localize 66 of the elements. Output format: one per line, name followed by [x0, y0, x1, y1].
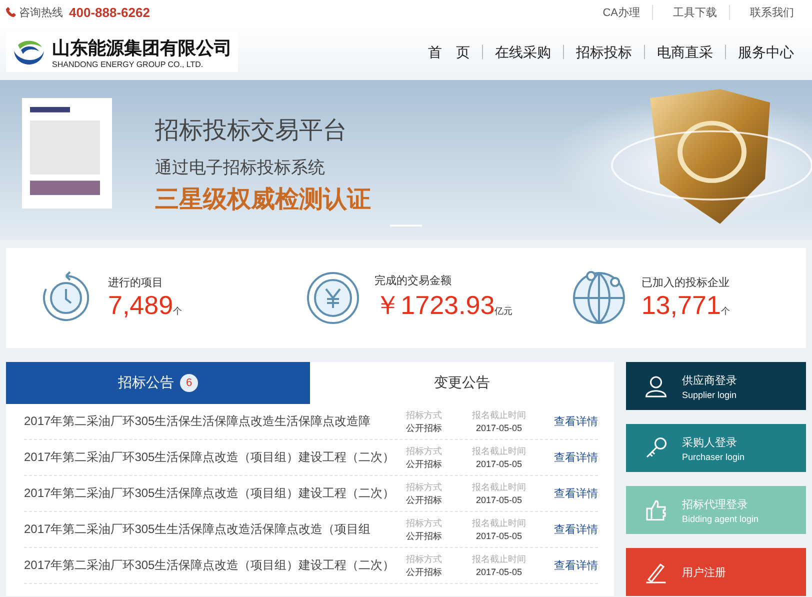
deadline-value: 2017-05-05 — [474, 530, 524, 542]
method-label: 招标方式 — [405, 516, 443, 530]
yen-coin-icon — [304, 270, 361, 326]
notice-title[interactable]: 2017年第二采油厂环305生活保障点改造（项目组）建设工程（二次） — [24, 449, 390, 466]
stat-value: 7,489 — [108, 290, 174, 320]
stat-value: 13,771 — [641, 290, 721, 320]
top-link[interactable]: 工具下载 — [652, 4, 729, 20]
stat-value: ￥1723.93 — [374, 290, 495, 320]
notice-title[interactable]: 2017年第二采油厂环305生生活保障点改造活保障点改造（项目组 — [24, 521, 390, 538]
nav-link[interactable]: 电商直采 — [644, 45, 725, 59]
phone-icon — [6, 7, 16, 17]
deadline-value: 2017-05-05 — [474, 494, 524, 506]
method-label: 招标方式 — [405, 480, 443, 494]
stat-label: 完成的交易金额 — [374, 274, 453, 288]
details-link[interactable]: 查看详情 — [554, 486, 598, 501]
thumbs-up-icon — [644, 498, 668, 522]
deadline-label: 报名截止时间 — [471, 516, 527, 530]
stat-unit: 亿元 — [494, 306, 513, 316]
method-value: 公开招标 — [405, 566, 443, 578]
deadline-label: 报名截止时间 — [471, 480, 527, 494]
login-button[interactable]: 供应商登录 Supplier login — [626, 362, 806, 410]
banner-subtitle: 通过电子招标投标系统 — [155, 157, 326, 179]
login-button[interactable]: 用户注册 — [626, 548, 806, 596]
hotline-number: 400-888-6262 — [69, 4, 150, 20]
details-link[interactable]: 查看详情 — [554, 522, 598, 537]
top-link[interactable]: 联系我们 — [729, 4, 806, 20]
stat-label: 已加入的投标企业 — [641, 276, 730, 290]
key-icon — [644, 436, 668, 460]
deadline-label: 报名截止时间 — [471, 552, 527, 566]
deadline-value: 2017-05-05 — [474, 566, 524, 578]
stat-unit: 个 — [173, 306, 182, 316]
details-link[interactable]: 查看详情 — [554, 450, 598, 465]
company-name: 山东能源集团有限公司 — [52, 36, 232, 60]
notice-title[interactable]: 2017年第二采油厂环305生活保生活保障点改造生活保障点改造障 — [24, 413, 390, 430]
login-button[interactable]: 采购人登录 Purchaser login — [626, 424, 806, 472]
deadline-label: 报名截止时间 — [471, 408, 527, 422]
details-link[interactable]: 查看详情 — [554, 414, 598, 429]
notice-tab[interactable]: 招标公告 6 — [6, 362, 310, 404]
deadline-label: 报名截止时间 — [471, 444, 527, 458]
method-value: 公开招标 — [405, 530, 443, 542]
company-name-english: SHANDONG ENERGY GROUP CO., LTD. — [52, 60, 204, 68]
method-value: 公开招标 — [405, 422, 443, 434]
stat-unit: 个 — [720, 306, 730, 316]
method-label: 招标方式 — [405, 552, 443, 566]
notice-title[interactable]: 2017年第二采油厂环305生活保障点改造（项目组）建设工程（二次） — [24, 557, 390, 574]
method-value: 公开招标 — [405, 458, 443, 470]
nav-link[interactable]: 在线采购 — [482, 45, 563, 59]
nav-link[interactable]: 首 页 — [416, 45, 482, 59]
user-icon — [644, 374, 668, 398]
method-label: 招标方式 — [405, 408, 443, 422]
notice-title[interactable]: 2017年第二采油厂环305生活保障点改造（项目组）建设工程（二次） — [24, 485, 390, 502]
logo[interactable]: 山东能源集团有限公司 SHANDONG ENERGY GROUP CO., LTD. — [6, 32, 238, 72]
details-link[interactable]: 查看详情 — [554, 558, 598, 573]
nav-link[interactable]: 服务中心 — [725, 45, 806, 59]
count-badge: 6 — [180, 374, 198, 392]
hotline-label: 咨询热线 — [19, 6, 63, 20]
banner-highlight: 三星级权威检测认证 — [155, 185, 372, 215]
globe-pins-icon — [571, 270, 628, 326]
nav-link[interactable]: 招标投标 — [563, 45, 644, 59]
method-value: 公开招标 — [405, 494, 443, 506]
stat-label: 进行的项目 — [108, 276, 164, 290]
method-label: 招标方式 — [405, 444, 443, 458]
banner-title: 招标投标交易平台 — [155, 116, 348, 146]
deadline-value: 2017-05-05 — [474, 422, 524, 434]
top-link[interactable]: CA办理 — [582, 4, 652, 20]
deadline-value: 2017-05-05 — [474, 458, 524, 470]
